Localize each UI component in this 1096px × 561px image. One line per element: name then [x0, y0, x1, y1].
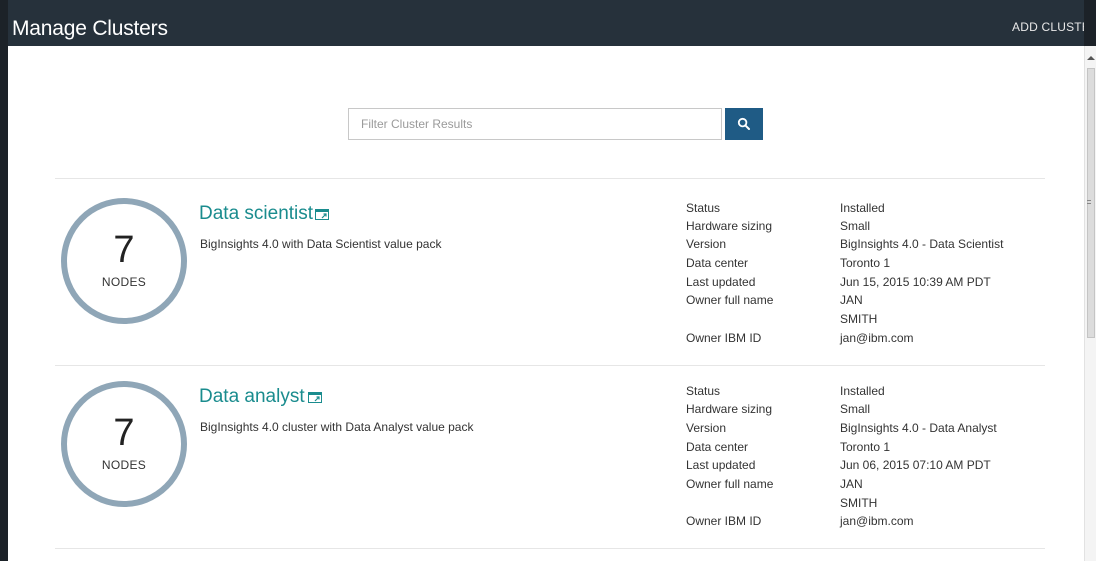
last-updated-label: Last updated	[686, 458, 756, 472]
divider	[55, 365, 1045, 366]
version-value: BigInsights 4.0 - Data Analyst	[840, 421, 997, 435]
external-launch-icon[interactable]	[315, 209, 329, 220]
page-title: Manage Clusters	[12, 17, 168, 40]
owner-ibm-id-value: jan@ibm.com	[840, 331, 914, 345]
status-label: Status	[686, 384, 721, 398]
search-icon	[737, 117, 750, 130]
owner-name-label: Owner full name	[686, 293, 774, 307]
filter-cluster-input[interactable]	[348, 108, 722, 140]
hardware-sizing-value: Small	[840, 219, 871, 233]
cluster-name-link[interactable]: Data analyst	[199, 386, 305, 408]
version-label: Version	[686, 421, 727, 435]
node-count-badge: 7 NODES	[61, 381, 187, 507]
vertical-scrollbar[interactable]	[1084, 46, 1096, 561]
status-value: Installed	[840, 201, 885, 215]
window-frame-right	[1084, 0, 1096, 46]
owner-last-name: SMITH	[840, 496, 878, 510]
node-count: 7	[113, 229, 135, 271]
owner-last-name: SMITH	[840, 312, 878, 326]
clusters-panel: 7 NODES Data scientist BigInsights 4.0 w…	[8, 46, 1084, 561]
hardware-sizing-label: Hardware sizing	[686, 219, 773, 233]
version-value: BigInsights 4.0 - Data Scientist	[840, 237, 1004, 251]
owner-ibm-id-label: Owner IBM ID	[686, 514, 762, 528]
owner-ibm-id-label: Owner IBM ID	[686, 331, 762, 345]
scrollbar-grip-icon	[1087, 200, 1091, 204]
hardware-sizing-value: Small	[840, 402, 871, 416]
data-center-value: Toronto 1	[840, 256, 891, 270]
version-label: Version	[686, 237, 727, 251]
owner-first-name: JAN	[840, 293, 863, 307]
hardware-sizing-label: Hardware sizing	[686, 402, 773, 416]
window-frame-left	[0, 0, 8, 561]
cluster-name-link[interactable]: Data scientist	[199, 203, 313, 225]
data-center-label: Data center	[686, 256, 749, 270]
node-count-badge: 7 NODES	[61, 198, 187, 324]
app-header: Manage Clusters ADD CLUSTER	[8, 0, 1096, 46]
data-center-value: Toronto 1	[840, 440, 891, 454]
node-count-label: NODES	[101, 275, 147, 289]
owner-first-name: JAN	[840, 477, 863, 491]
data-center-label: Data center	[686, 440, 749, 454]
node-count-label: NODES	[101, 458, 147, 472]
status-label: Status	[686, 201, 721, 215]
cluster-description: BigInsights 4.0 with Data Scientist valu…	[200, 237, 442, 251]
last-updated-value: Jun 15, 2015 10:39 AM PDT	[840, 275, 991, 289]
owner-ibm-id-value: jan@ibm.com	[840, 514, 914, 528]
divider	[55, 178, 1045, 179]
node-count: 7	[113, 412, 135, 454]
cluster-description: BigInsights 4.0 cluster with Data Analys…	[200, 420, 474, 434]
search-button[interactable]	[725, 108, 763, 140]
external-launch-icon[interactable]	[308, 392, 322, 403]
scroll-up-arrow-icon[interactable]	[1087, 56, 1095, 60]
last-updated-label: Last updated	[686, 275, 756, 289]
owner-name-label: Owner full name	[686, 477, 774, 491]
status-value: Installed	[840, 384, 885, 398]
divider	[55, 548, 1045, 549]
last-updated-value: Jun 06, 2015 07:10 AM PDT	[840, 458, 991, 472]
